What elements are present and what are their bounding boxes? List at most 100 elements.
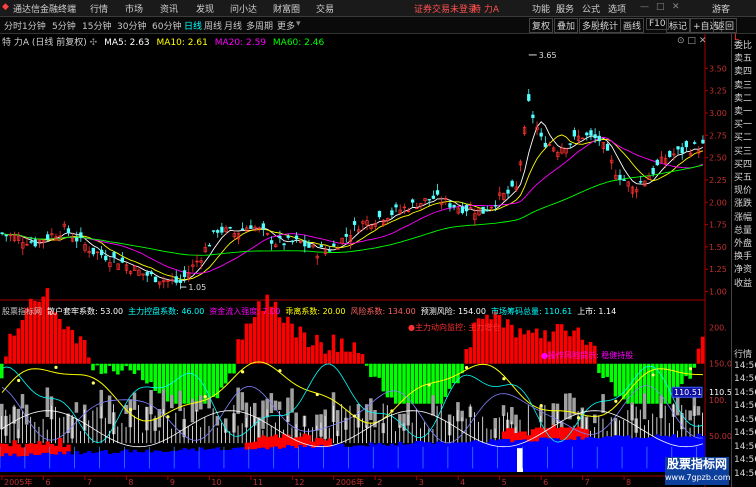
inflow-bar bbox=[559, 440, 565, 472]
period-fenshi[interactable]: 分时 bbox=[4, 19, 22, 32]
inflow-bar bbox=[286, 445, 291, 472]
menu-wenxiaoda[interactable]: 问小达 bbox=[230, 2, 257, 15]
close-panel-icon[interactable]: ✕ bbox=[699, 36, 707, 46]
lock-icon[interactable]: ⊙ bbox=[677, 36, 685, 46]
period-multi[interactable]: 多周期 bbox=[246, 19, 273, 32]
trade-time-1: 14:56 bbox=[734, 360, 756, 371]
kline-chart[interactable]: 3.50 3.25 3.00 2.75 2.50 2.25 2.00 1.75 1.50 1.25… bbox=[0, 34, 731, 487]
candle-body bbox=[75, 237, 79, 242]
menu-gongneng[interactable]: 功能 bbox=[532, 2, 550, 15]
inflow-bar bbox=[37, 454, 42, 472]
menu-jiaoyi[interactable]: 交易 bbox=[316, 2, 334, 15]
chip-bar bbox=[601, 394, 605, 413]
candle-body bbox=[211, 230, 216, 232]
period-monthly[interactable]: 月线 bbox=[224, 19, 242, 32]
inflow-bar bbox=[232, 447, 237, 472]
menu-shichang[interactable]: 市场 bbox=[125, 2, 143, 15]
volume-tick bbox=[254, 417, 256, 444]
expand-icon[interactable]: □ bbox=[687, 36, 696, 46]
zhuli-line bbox=[1, 363, 703, 444]
volume-tick bbox=[1, 416, 3, 444]
control-bar bbox=[145, 363, 149, 384]
close-button[interactable]: ✕ bbox=[672, 2, 680, 12]
inflow-bar bbox=[597, 438, 602, 472]
volume-tick bbox=[121, 422, 123, 444]
inflow-bar bbox=[153, 450, 158, 472]
control-bar bbox=[605, 363, 609, 377]
inflow-bar bbox=[141, 452, 146, 472]
volume-tick bbox=[391, 413, 392, 444]
volume-tick bbox=[63, 416, 65, 444]
mark-button[interactable]: 标记 bbox=[666, 18, 691, 33]
volume-tick bbox=[30, 416, 32, 444]
minimize-button[interactable]: — bbox=[640, 2, 649, 12]
inflow-bar bbox=[12, 453, 17, 472]
chip-bar bbox=[199, 395, 203, 410]
login-notice[interactable]: 证券交易未登录 bbox=[414, 2, 477, 15]
inflow-bar bbox=[352, 445, 357, 472]
inflow-bar bbox=[601, 437, 606, 472]
risk-bar bbox=[530, 332, 535, 364]
x-tick-label-3: 8 bbox=[128, 478, 133, 487]
inflow-bar bbox=[651, 436, 656, 472]
stats-button[interactable]: 统计 bbox=[597, 18, 622, 33]
period-daily[interactable]: 日线 bbox=[184, 19, 202, 32]
trade-time-6: 14:56 bbox=[734, 428, 756, 438]
draw-line-button[interactable]: 画线 bbox=[620, 18, 645, 33]
period-15min[interactable]: 15分钟 bbox=[82, 19, 111, 32]
signal-dot bbox=[352, 414, 357, 418]
inflow-bar bbox=[476, 441, 482, 472]
period-more[interactable]: 更多 bbox=[277, 19, 295, 32]
inflow-bar bbox=[364, 446, 370, 472]
period-weekly[interactable]: 周线 bbox=[204, 19, 222, 32]
back-button[interactable]: 返回 bbox=[713, 18, 738, 33]
stock-tab[interactable]: 特 力A bbox=[472, 2, 499, 15]
period-60min[interactable]: 60分钟 bbox=[152, 19, 181, 32]
pressure-bar bbox=[319, 438, 324, 445]
maximize-button[interactable]: □ bbox=[656, 2, 665, 12]
menu-gongshi[interactable]: 公式 bbox=[582, 2, 600, 15]
volume-tick bbox=[21, 410, 23, 444]
trade-time-5: 14:56 bbox=[734, 414, 756, 425]
menu-zixun[interactable]: 资讯 bbox=[160, 2, 178, 15]
settings-gear-icon[interactable]: ✣ bbox=[90, 38, 98, 48]
pressure-bar bbox=[53, 445, 59, 455]
menu-hangqing[interactable]: 行情 bbox=[90, 2, 108, 15]
x-tick-label-14: 7 bbox=[585, 478, 590, 487]
control-bar bbox=[609, 363, 614, 383]
risk-bar bbox=[335, 351, 340, 364]
inflow-bar bbox=[385, 445, 391, 472]
candle-body bbox=[572, 130, 577, 137]
volume-tick bbox=[382, 403, 384, 444]
price-tick-label-7: 1.75 bbox=[709, 221, 727, 230]
chip-bar bbox=[190, 398, 195, 423]
menu-caifuquan[interactable]: 财富圈 bbox=[273, 2, 300, 15]
control-bar bbox=[613, 363, 618, 397]
inflow-bar bbox=[136, 452, 142, 472]
volume-tick bbox=[183, 407, 185, 444]
menu-fuwu[interactable]: 服务 bbox=[556, 2, 574, 15]
risk-bar bbox=[298, 326, 303, 364]
inflow-bar bbox=[111, 452, 117, 472]
quote-panel: L 委比 卖五 卖四 卖三 卖二 卖一 买一 买二 买三 买四 买五 现价 涨跌 涨幅 总量 外盘 换手 净资 收益… bbox=[731, 33, 756, 487]
chip-bar bbox=[369, 398, 373, 421]
signal-dot bbox=[166, 415, 170, 419]
fuquan-button[interactable]: 复权 bbox=[529, 18, 554, 33]
inflow-bar bbox=[381, 444, 386, 472]
price-tick-label-10: 1.00 bbox=[709, 288, 727, 297]
period-1min[interactable]: 1分钟 bbox=[22, 19, 46, 32]
volume-tick bbox=[38, 426, 40, 444]
risk-bar bbox=[58, 318, 62, 364]
period-5min[interactable]: 5分钟 bbox=[52, 19, 76, 32]
candle-body bbox=[319, 245, 324, 248]
period-30min[interactable]: 30分钟 bbox=[117, 19, 146, 32]
volume-tick bbox=[96, 407, 98, 444]
overlay-button[interactable]: 叠加 bbox=[554, 18, 579, 33]
chevron-down-icon[interactable]: ▾ bbox=[296, 19, 301, 29]
menu-faxian[interactable]: 发现 bbox=[196, 2, 214, 15]
menu-xuanxiang[interactable]: 选项 bbox=[608, 2, 626, 15]
inflow-bar bbox=[439, 441, 444, 472]
volume-tick bbox=[449, 421, 450, 444]
guest-user[interactable]: 游客 bbox=[712, 2, 730, 15]
control-bar bbox=[684, 363, 688, 377]
